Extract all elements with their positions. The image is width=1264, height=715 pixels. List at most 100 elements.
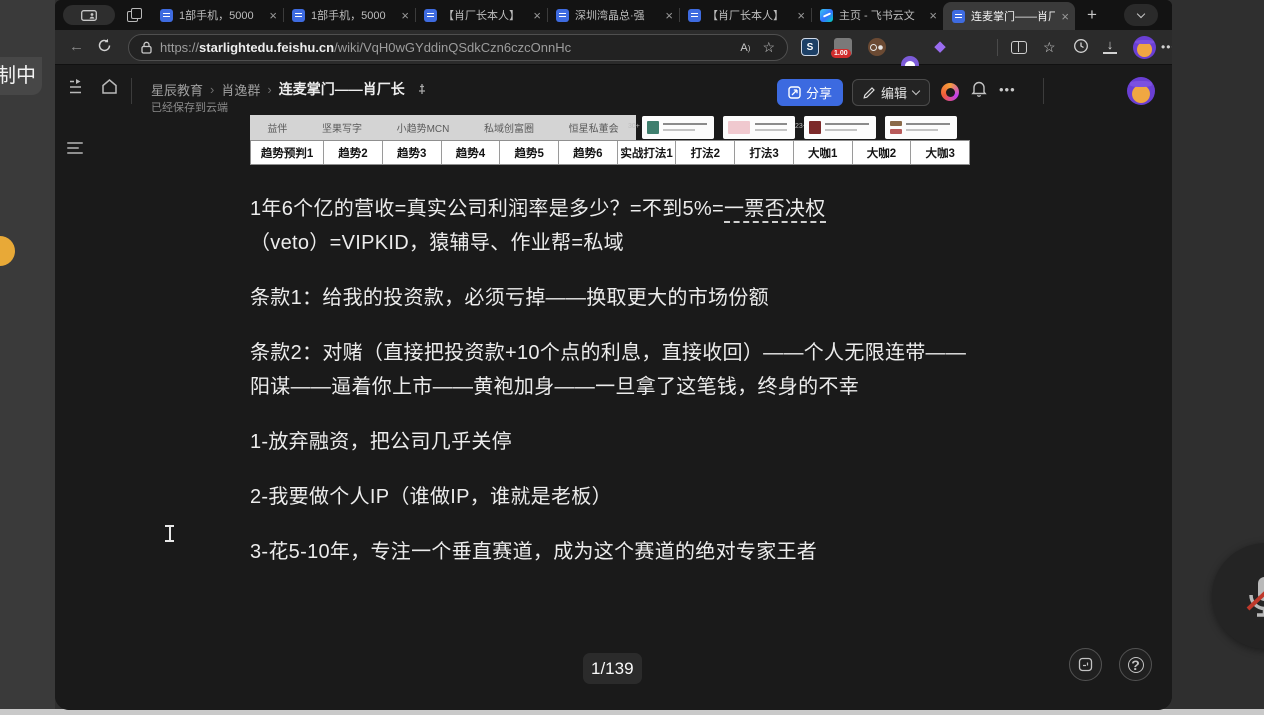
- new-tab-button[interactable]: +: [1079, 2, 1105, 28]
- tab-activity-button[interactable]: [63, 5, 115, 25]
- browser-menu-icon[interactable]: •••: [1161, 39, 1172, 55]
- download-icon[interactable]: ↓: [1103, 38, 1117, 54]
- unread-count: 30+: [628, 123, 640, 130]
- strip-label: 坚果写字: [322, 120, 362, 135]
- sheet-tab: 趋势5: [500, 141, 559, 164]
- tab-list-dropdown[interactable]: [1124, 4, 1158, 26]
- currency-badge: 1.00: [831, 49, 851, 58]
- address-bar[interactable]: https://starlightedu.feishu.cn/wiki/VqH0…: [128, 34, 788, 61]
- desktop-left-strip: [0, 0, 55, 715]
- share-icon: [788, 86, 801, 99]
- pin-icon[interactable]: [416, 83, 428, 95]
- back-icon[interactable]: ←: [69, 39, 84, 55]
- doc-favicon: [292, 9, 305, 22]
- tab-strip: 1部手机，5000 × 1部手机，5000 × 【肖厂长本人】 × 深圳湾晶总·…: [55, 0, 1172, 30]
- text-cursor: [164, 525, 175, 542]
- tab-title: 1部手机，5000: [179, 7, 263, 23]
- lock-icon: [141, 41, 152, 54]
- outline-toggle-icon[interactable]: [67, 142, 85, 156]
- annotation-button[interactable]: [1069, 648, 1102, 681]
- tab-groups-icon[interactable]: [127, 8, 141, 22]
- chat-thumbnails: [642, 116, 970, 140]
- extension-currency-icon[interactable]: 1.00: [834, 38, 852, 56]
- paragraph-6: 3-花5-10年，专注一个垂直赛道，成为这个赛道的绝对专家王者: [250, 535, 970, 569]
- edit-label: 编辑: [881, 83, 907, 102]
- save-status: 已经保存到云端: [151, 99, 228, 115]
- record-status-icon[interactable]: [941, 83, 959, 101]
- breadcrumb-item[interactable]: 肖逸群: [221, 80, 260, 99]
- breadcrumb: 星辰教育 › 肖逸群 › 连麦掌门——肖厂长: [151, 79, 428, 99]
- tab-title: 主页 - 飞书云文: [839, 7, 923, 23]
- tab-7-active[interactable]: 连麦掌门——肖厂 ×: [943, 2, 1075, 30]
- thumbnail-card: [885, 116, 957, 139]
- favorites-icon[interactable]: ☆: [1043, 39, 1056, 55]
- history-icon[interactable]: [1073, 38, 1089, 58]
- url-text: https://starlightedu.feishu.cn/wiki/VqH0…: [160, 40, 732, 55]
- read-aloud-icon[interactable]: A): [740, 42, 750, 54]
- tab-close-icon[interactable]: ×: [401, 9, 409, 22]
- strip-label: 恒星私董会: [569, 120, 619, 135]
- paragraph-2: 条款1：给我的投资款，必须亏掉——换取更大的市场份额: [250, 281, 970, 315]
- sheet-tab: 趋势4: [442, 141, 501, 164]
- sheet-tab: 趋势2: [324, 141, 383, 164]
- paragraph-3: 条款2：对赌（直接把投资款+10个点的利息，直接收回）——个人无限连带——阳谋—…: [250, 336, 970, 404]
- tab-close-icon[interactable]: ×: [269, 9, 277, 22]
- tab-close-icon[interactable]: ×: [665, 9, 673, 22]
- breadcrumb-separator: ›: [210, 82, 214, 97]
- tab-4[interactable]: 深圳湾晶总·强 ×: [547, 0, 679, 30]
- sheet-tab: 实战打法1: [618, 141, 677, 164]
- tab-3[interactable]: 【肖厂长本人】 ×: [415, 0, 547, 30]
- refresh-icon[interactable]: [97, 38, 112, 57]
- extension-gem-icon[interactable]: ◆: [931, 38, 949, 56]
- tab-title: 【肖厂长本人】: [443, 7, 527, 23]
- extension-glasses-face-icon[interactable]: [868, 38, 886, 56]
- tab-close-icon[interactable]: ×: [1061, 10, 1069, 23]
- annotation-icon: [1078, 657, 1093, 672]
- paragraph-4: 1-放弃融资，把公司几乎关停: [250, 425, 970, 459]
- mic-muted-overlay[interactable]: [1212, 543, 1264, 649]
- share-button[interactable]: 分享: [777, 79, 843, 106]
- feishu-favicon: [820, 9, 833, 22]
- split-screen-icon[interactable]: [1011, 41, 1027, 54]
- thumbnail-card: [642, 116, 714, 139]
- chevron-down-icon: [912, 87, 920, 95]
- doc-more-icon[interactable]: •••: [999, 82, 1016, 97]
- sheet-top-strip: 益伴 坚果写字 小趋势MCN 私域创富圈 恒星私董会: [250, 115, 636, 140]
- sheet-tab: 大咖2: [853, 141, 912, 164]
- sheet-tab: 打法2: [676, 141, 735, 164]
- tab-close-icon[interactable]: ×: [533, 9, 541, 22]
- user-avatar[interactable]: [1127, 77, 1155, 105]
- help-button[interactable]: ?: [1119, 648, 1152, 681]
- home-icon[interactable]: [101, 78, 118, 100]
- pencil-icon: [863, 87, 875, 99]
- sheet-tab: 趋势预判1: [251, 141, 324, 164]
- tab-close-icon[interactable]: ×: [929, 9, 937, 22]
- tab-6[interactable]: 主页 - 飞书云文 ×: [811, 0, 943, 30]
- tab-title: 深圳湾晶总·强: [575, 7, 659, 23]
- page-title: 连麦掌门——肖厂长: [279, 79, 405, 99]
- sheet-tab: 大咖3: [911, 141, 969, 164]
- tab-close-icon[interactable]: ×: [797, 9, 805, 22]
- tab-2[interactable]: 1部手机，5000 ×: [283, 0, 415, 30]
- tab-title: 1部手机，5000: [311, 7, 395, 23]
- extension-s-icon[interactable]: S: [801, 38, 819, 56]
- toolbar-divider: [997, 39, 998, 56]
- screen: { "window": { "recording_label": "制中" },…: [0, 0, 1264, 715]
- paragraph-1: 1年6个亿的营收=真实公司利润率是多少？=不到5%=一票否决权（veto）=VI…: [250, 192, 970, 260]
- bell-icon[interactable]: [971, 80, 987, 102]
- header-divider: [1043, 78, 1044, 104]
- sidebar-toggle-icon[interactable]: [69, 79, 88, 100]
- paragraph-5: 2-我要做个人IP（谁做IP，谁就是老板）: [250, 480, 970, 514]
- doc-favicon: [952, 10, 965, 23]
- strip-label: 私域创富圈: [484, 120, 534, 135]
- tab-1[interactable]: 1部手机，5000 ×: [151, 0, 283, 30]
- bookmark-star-icon[interactable]: ☆: [762, 39, 775, 56]
- screen-share-icon: [81, 10, 97, 21]
- browser-profile-avatar[interactable]: [1133, 36, 1156, 59]
- strip-label: 小趋势MCN: [397, 120, 450, 135]
- strip-label: 益伴: [267, 120, 287, 135]
- breadcrumb-item[interactable]: 星辰教育: [151, 80, 203, 99]
- document-canvas[interactable]: 益伴 坚果写字 小趋势MCN 私域创富圈 恒星私董会 30+ 23+ 趋势预判1…: [250, 115, 970, 569]
- tab-5[interactable]: 【肖厂长本人】 ×: [679, 0, 811, 30]
- edit-button[interactable]: 编辑: [852, 79, 930, 106]
